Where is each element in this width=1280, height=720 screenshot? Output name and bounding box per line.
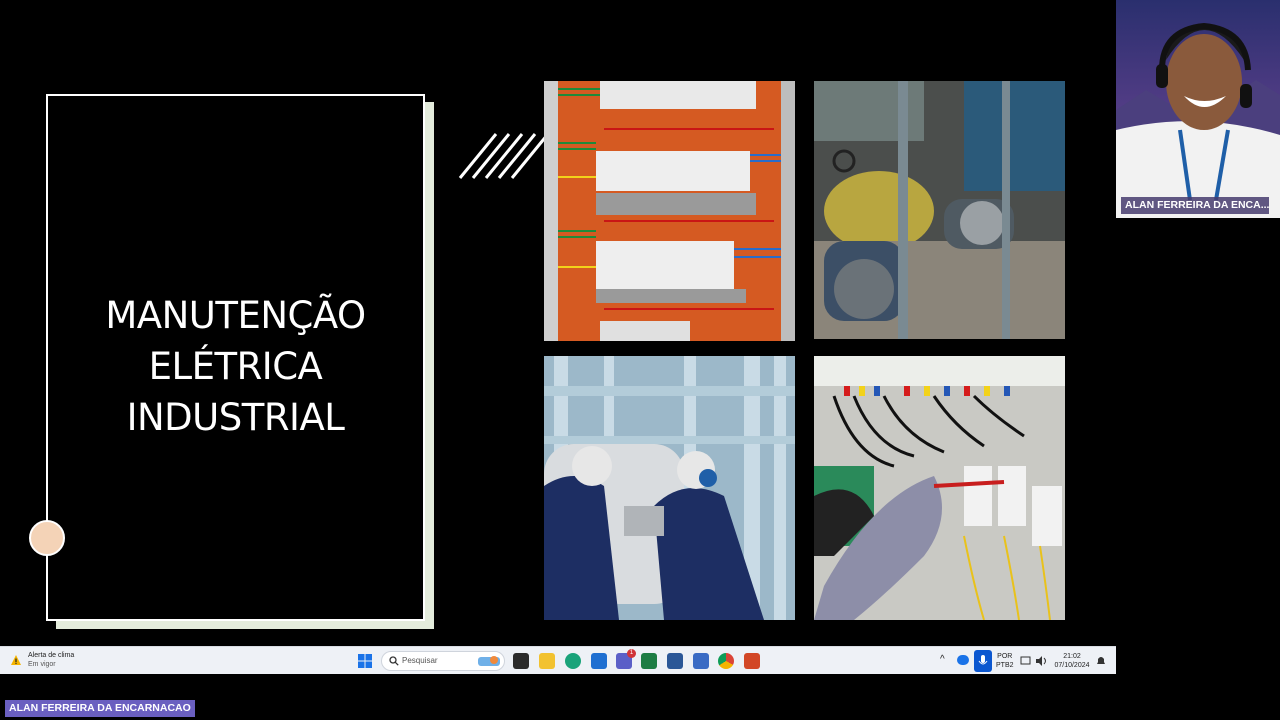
app-icon[interactable] xyxy=(693,653,709,669)
clock-date: 07/10/2024 xyxy=(1054,662,1090,669)
file-explorer-icon[interactable] xyxy=(539,653,555,669)
microphone-icon[interactable] xyxy=(974,650,992,672)
technician-multimeter-photo xyxy=(814,356,1065,620)
search-highlight-icon xyxy=(478,656,500,666)
weather-title: Alerta de clima xyxy=(28,652,75,659)
presenter-name-label: ALAN FERREIRA DA ENCARNACAO xyxy=(5,700,195,717)
title-line-2: ELÉTRICA xyxy=(148,345,323,388)
language-indicator[interactable]: POR PTB2 xyxy=(996,652,1014,670)
clock-time: 21:02 xyxy=(1063,653,1081,660)
electrical-panel-photo xyxy=(544,81,795,341)
teams-icon[interactable]: 1 xyxy=(616,649,636,669)
slide-title: MANUTENÇÃO ELÉTRICA INDUSTRIAL xyxy=(46,290,425,443)
store-icon[interactable] xyxy=(591,653,607,669)
language-code: POR xyxy=(997,653,1013,660)
decorative-circle xyxy=(29,520,65,556)
powerpoint-icon[interactable] xyxy=(744,653,760,669)
network-volume-icon[interactable] xyxy=(1020,655,1050,667)
search-input[interactable]: Pesquisar xyxy=(402,656,438,665)
industrial-motors-photo xyxy=(814,81,1065,339)
presentation-slide: MANUTENÇÃO ELÉTRICA INDUSTRIAL xyxy=(0,0,1116,646)
onedrive-icon[interactable] xyxy=(957,655,969,665)
title-line-3: INDUSTRIAL xyxy=(126,396,345,439)
edge-browser-icon[interactable] xyxy=(565,653,581,669)
task-view-icon[interactable] xyxy=(513,653,529,669)
search-icon xyxy=(389,656,399,666)
teams-notification-badge: 1 xyxy=(627,649,636,658)
diagonal-stripes-decoration xyxy=(458,133,550,179)
taskbar-search[interactable]: Pesquisar xyxy=(381,651,505,671)
title-line-1: MANUTENÇÃO xyxy=(105,294,366,337)
participant-video xyxy=(1116,0,1280,218)
weather-widget[interactable]: Alerta de clima Em vigor xyxy=(10,651,74,669)
webcam-video-tile[interactable] xyxy=(1116,0,1280,218)
webcam-participant-name: ALAN FERREIRA DA ENCA... xyxy=(1121,197,1269,214)
warning-icon xyxy=(11,655,21,665)
weather-status: Em vigor xyxy=(28,661,56,668)
excel-icon[interactable] xyxy=(641,653,657,669)
clock[interactable]: 21:02 07/10/2024 xyxy=(1052,652,1092,670)
windows-taskbar: Alerta de clima Em vigor Pesquisar 1 ^ P… xyxy=(0,646,1116,674)
workers-plant-photo xyxy=(544,356,795,620)
chrome-icon[interactable] xyxy=(718,653,734,669)
notification-bell-icon[interactable] xyxy=(1095,655,1107,667)
keyboard-layout: PTB2 xyxy=(996,662,1014,669)
word-icon[interactable] xyxy=(667,653,683,669)
windows-start-icon[interactable] xyxy=(357,653,373,669)
tray-overflow-chevron-icon[interactable]: ^ xyxy=(940,655,945,665)
